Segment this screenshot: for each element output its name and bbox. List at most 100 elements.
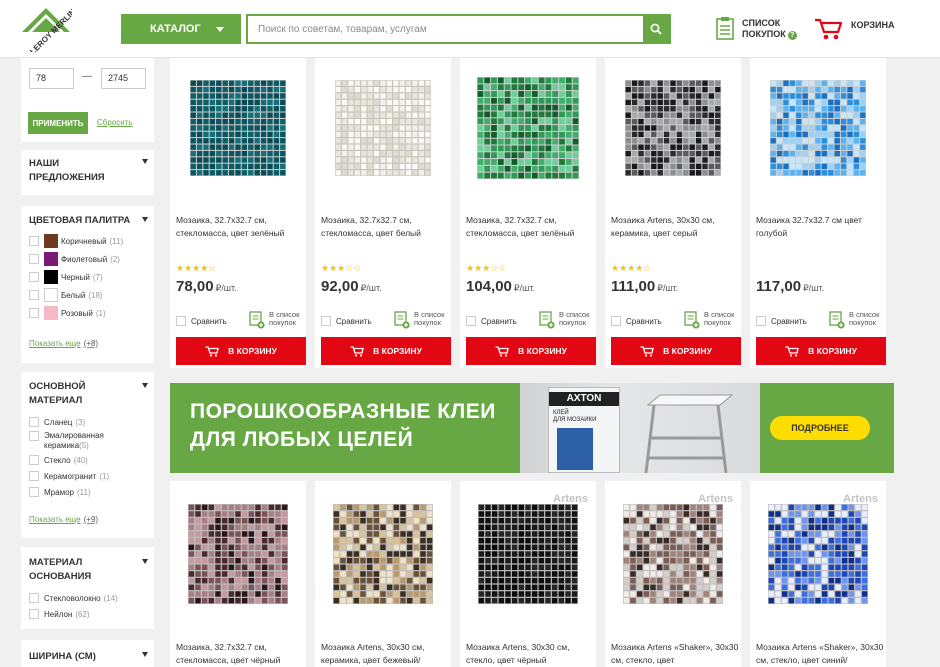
product-name[interactable]: Мозаика Artens, 30x30 см, стекло, цвет ч… <box>466 641 594 667</box>
product-image[interactable] <box>315 481 451 627</box>
checkbox[interactable] <box>29 593 39 603</box>
filter-option[interactable]: Фиолетовый (2) <box>29 252 120 266</box>
add-to-cart-button[interactable]: В КОРЗИНУ <box>321 337 451 365</box>
apply-filter-button[interactable]: ПРИМЕНИТЬ <box>28 112 88 134</box>
product-card[interactable]: Artens Мозаика Artens «Shaker», 30x30 см,… <box>605 481 741 667</box>
promo-banner[interactable]: AXTON КЛЕЙ ДЛЯ МОЗАИКИ ПОРОШКООБРАЗНЫЕ КЛ… <box>170 383 894 473</box>
add-to-list-button[interactable]: В список покупок <box>829 311 879 329</box>
product-card[interactable]: Мозаика, 32.7x32.7 см, стекломасса, цвет… <box>460 58 596 368</box>
add-to-cart-button[interactable]: В КОРЗИНУ <box>466 337 596 365</box>
filter-option[interactable]: Розовый (1) <box>29 306 106 320</box>
reset-filter-link[interactable]: Сбросить <box>97 118 133 127</box>
checkbox[interactable] <box>29 272 39 282</box>
show-more-materials-link[interactable]: Показать еще (+9) <box>29 515 98 524</box>
color-filter-title[interactable]: ЦВЕТОВАЯ ПАЛИТРА <box>29 214 130 228</box>
filter-option[interactable]: Мрамор (11) <box>29 485 91 499</box>
search-icon <box>650 23 662 35</box>
add-to-cart-button[interactable]: В КОРЗИНУ <box>756 337 886 365</box>
compare-checkbox[interactable]: Сравнить <box>611 316 662 326</box>
product-image[interactable] <box>605 58 741 198</box>
filter-option[interactable]: Стекло (40) <box>29 453 88 467</box>
checkbox[interactable] <box>29 236 39 246</box>
product-name[interactable]: Мозаика 32.7x32.7 см цвет голубой <box>756 214 884 240</box>
checkbox[interactable] <box>29 308 39 318</box>
checkbox[interactable] <box>29 254 39 264</box>
product-name[interactable]: Мозаика Artens, 30x30 см, керамика, цвет… <box>611 214 739 240</box>
caret-down-icon[interactable] <box>142 217 148 222</box>
checkbox[interactable] <box>29 487 39 497</box>
product-image[interactable] <box>315 58 451 198</box>
help-icon[interactable]: ? <box>787 31 797 40</box>
show-more-colors-link[interactable]: Показать еще (+8) <box>29 339 98 348</box>
checkbox[interactable] <box>29 471 39 481</box>
price-from-input[interactable]: 78 <box>29 68 74 89</box>
product-name[interactable]: Мозаика Artens «Shaker», 30x30 см, стекл… <box>611 641 739 667</box>
product-name[interactable]: Мозаика Artens, 30x30 см, керамика, цвет… <box>321 641 449 667</box>
product-card[interactable]: Мозаика Artens, 30x30 см, керамика, цвет… <box>605 58 741 368</box>
checkbox[interactable] <box>611 316 621 326</box>
banner-more-button[interactable]: ПОДРОБНЕЕ <box>770 416 870 440</box>
filter-option[interactable]: Сланец (3) <box>29 415 85 429</box>
product-card[interactable]: Мозаика, 32.7x32.7 см, стекломасса, цвет… <box>315 58 451 368</box>
compare-checkbox[interactable]: Сравнить <box>756 316 807 326</box>
add-to-cart-button[interactable]: В КОРЗИНУ <box>176 337 306 365</box>
product-card[interactable]: Artens Мозаика Artens «Shaker», 30x30 см,… <box>750 481 886 667</box>
add-to-list-button[interactable]: В список покупок <box>394 311 444 329</box>
filter-option[interactable]: Нейлон (62) <box>29 607 90 621</box>
checkbox[interactable] <box>29 417 39 427</box>
checkbox[interactable] <box>29 455 39 465</box>
product-image[interactable] <box>460 58 596 198</box>
search-input[interactable] <box>248 16 638 42</box>
compare-checkbox[interactable]: Сравнить <box>321 316 372 326</box>
catalog-button[interactable]: КАТАЛОГ <box>121 14 241 44</box>
product-image[interactable] <box>750 58 886 198</box>
caret-down-icon[interactable] <box>142 383 148 388</box>
product-card[interactable]: Мозаика 32.7x32.7 см цвет голубой 117,00 ₽… <box>750 58 886 368</box>
cart-link[interactable]: КОРЗИНА <box>814 15 894 43</box>
offers-filter-panel[interactable]: НАШИ ПРЕДЛОЖЕНИЯ <box>21 150 154 195</box>
base-material-filter-title[interactable]: МАТЕРИАЛ ОСНОВАНИЯ <box>29 556 129 584</box>
checkbox[interactable] <box>321 316 331 326</box>
add-to-list-icon <box>539 311 555 329</box>
filter-option[interactable]: Керамогранит (1) <box>29 469 109 483</box>
filter-option[interactable]: Белый (18) <box>29 288 103 302</box>
checkbox[interactable] <box>29 290 39 300</box>
checkbox[interactable] <box>29 609 39 619</box>
search-button[interactable] <box>643 16 669 42</box>
checkbox[interactable] <box>29 431 39 441</box>
checkbox[interactable] <box>176 316 186 326</box>
add-to-list-button[interactable]: В список покупок <box>539 311 589 329</box>
checkbox[interactable] <box>466 316 476 326</box>
width-filter-panel[interactable]: ШИРИНА (СМ) <box>21 640 154 667</box>
add-to-list-button[interactable]: В список покупок <box>684 311 734 329</box>
product-name[interactable]: Мозаика, 32.7x32.7 см, стекломасса, цвет… <box>321 214 449 240</box>
filter-option[interactable]: Черный (7) <box>29 270 103 284</box>
main-material-filter-title[interactable]: ОСНОВНОЙ МАТЕРИАЛ <box>29 380 129 408</box>
product-card[interactable]: Мозаика, 32.7x32.7 см, стекломасса, цвет… <box>170 481 306 667</box>
filter-option[interactable]: Стекловолокно (14) <box>29 591 118 605</box>
add-to-list-button[interactable]: В список покупок <box>249 311 299 329</box>
caret-down-icon[interactable] <box>142 559 148 564</box>
checkbox[interactable] <box>756 316 766 326</box>
product-name[interactable]: Мозаика, 32.7x32.7 см, стекломасса, цвет… <box>176 641 304 667</box>
product-image[interactable] <box>170 481 306 627</box>
product-card[interactable]: Мозаика Artens, 30x30 см, керамика, цвет… <box>315 481 451 667</box>
product-card[interactable]: Artens Мозаика Artens, 30x30 см, стекло, … <box>460 481 596 667</box>
compare-checkbox[interactable]: Сравнить <box>466 316 517 326</box>
filter-option[interactable]: Коричневый (11) <box>29 234 123 248</box>
product-name[interactable]: Мозаика, 32.7x32.7 см, стекломасса, цвет… <box>466 214 594 240</box>
rating-stars: ★★★☆☆ <box>321 263 362 273</box>
filter-option[interactable]: Эмалированная керамика(5) <box>29 431 134 451</box>
leroy-merlin-logo[interactable]: LEROY MERLIN <box>20 6 78 56</box>
compare-checkbox[interactable]: Сравнить <box>176 316 227 326</box>
product-card[interactable]: Мозаика, 32.7x32.7 см, стекломасса, цвет… <box>170 58 306 368</box>
product-name[interactable]: Мозаика Artens «Shaker», 30x30 см, стекл… <box>756 641 884 667</box>
add-to-cart-button[interactable]: В КОРЗИНУ <box>611 337 741 365</box>
shopping-list-link[interactable]: СПИСОК ПОКУПОК? <box>716 15 801 43</box>
price-to-input[interactable]: 2745 <box>101 68 146 89</box>
product-name[interactable]: Мозаика, 32.7x32.7 см, стекломасса, цвет… <box>176 214 304 240</box>
filter-option-count: (2) <box>110 254 120 264</box>
product-image[interactable] <box>170 58 306 198</box>
chevron-down-icon <box>216 27 224 32</box>
color-filter-panel: ЦВЕТОВАЯ ПАЛИТРА Коричневый (11) Фиолетовы… <box>21 206 154 363</box>
